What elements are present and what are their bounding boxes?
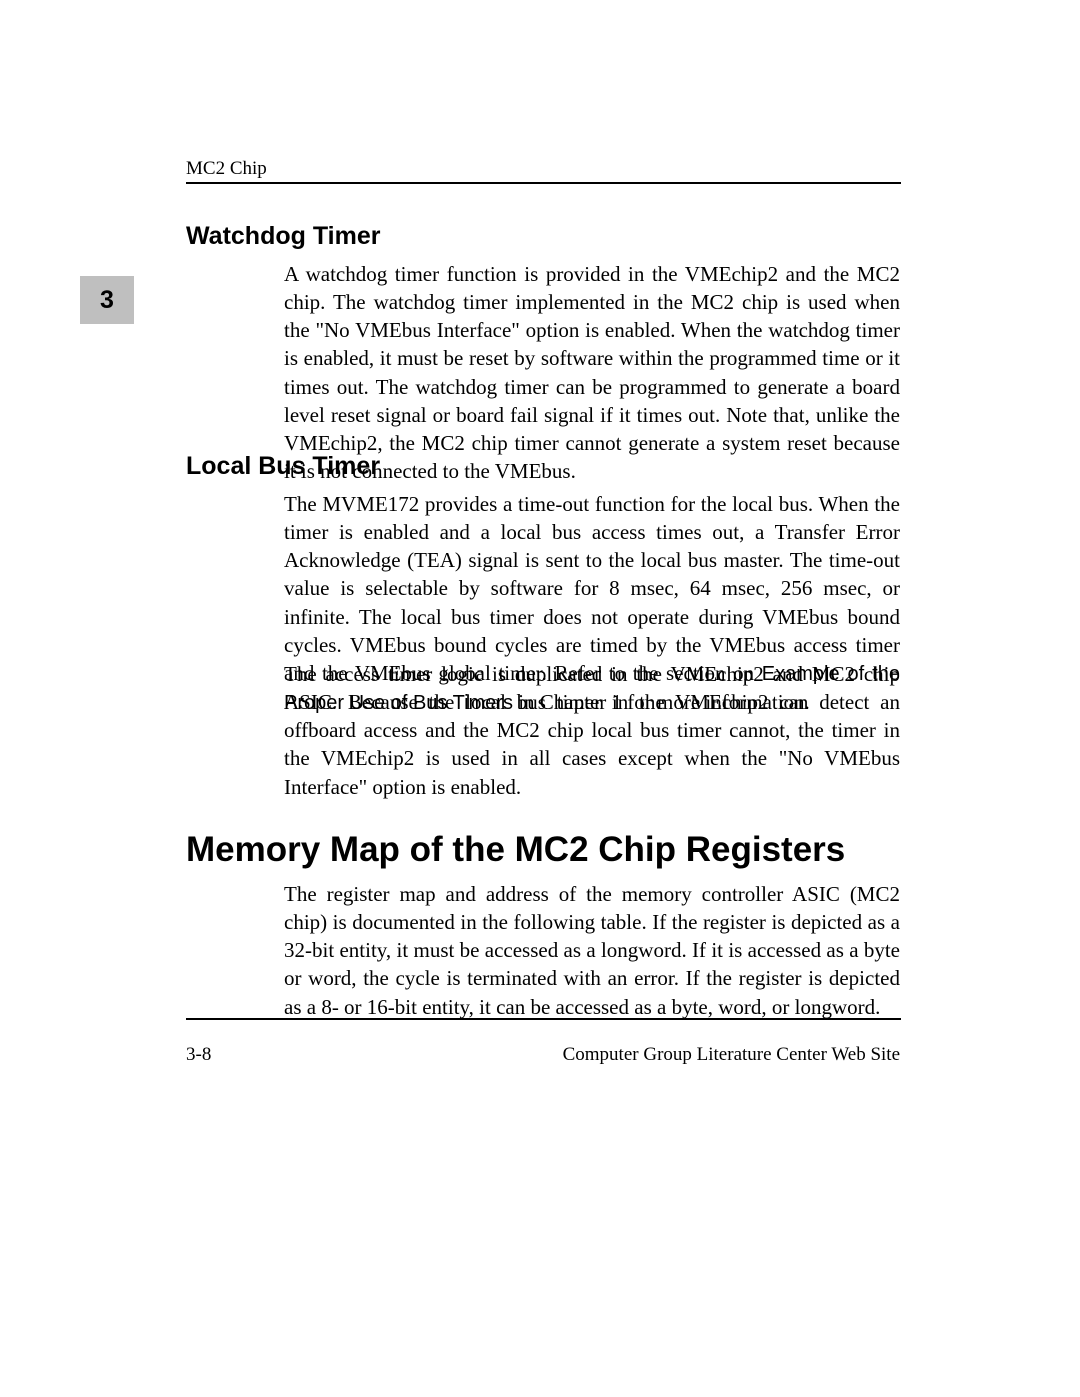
para-memorymap-1: The register map and address of the memo… — [284, 880, 900, 1021]
running-head: MC2 Chip — [186, 158, 267, 180]
heading-local-bus-timer: Local Bus Timer — [186, 452, 380, 481]
footer-rule — [186, 1018, 901, 1020]
para-localbus-1a: The MVME172 provides a time-out function… — [284, 492, 900, 685]
footer-site: Computer Group Literature Center Web Sit… — [563, 1044, 900, 1066]
header-rule — [186, 182, 901, 184]
para-localbus-2: The access timer logic is duplicated in … — [284, 660, 900, 801]
page: MC2 Chip 3 Watchdog Timer A watchdog tim… — [0, 0, 1080, 1397]
heading-memory-map: Memory Map of the MC2 Chip Registers — [186, 830, 845, 870]
heading-watchdog-timer: Watchdog Timer — [186, 222, 380, 251]
page-number: 3-8 — [186, 1044, 211, 1066]
chapter-tab: 3 — [80, 276, 134, 324]
